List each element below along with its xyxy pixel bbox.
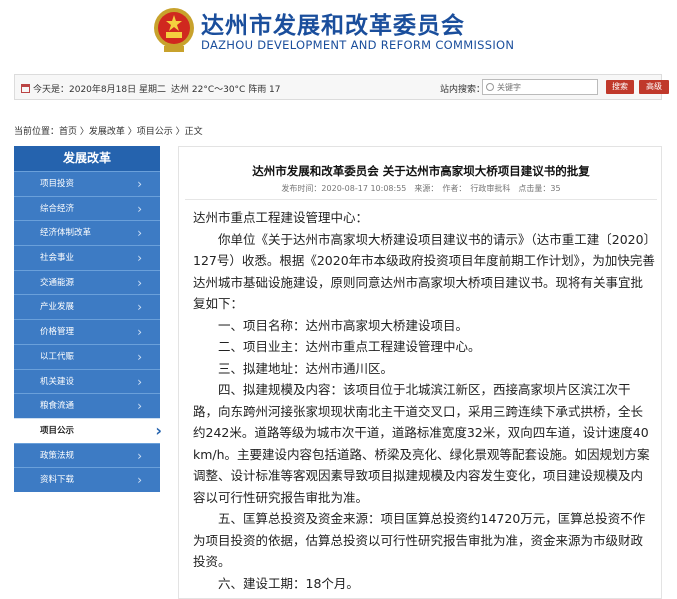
search-icon <box>486 83 494 91</box>
sidebar-item-label: 以工代赈 <box>40 351 75 362</box>
search-input[interactable] <box>497 81 595 93</box>
divider <box>185 199 657 200</box>
article-paragraph: 一、项目名称：达州市高家坝大桥建设项目。 <box>218 317 469 333</box>
sidebar-item[interactable]: 以工代赈 › <box>14 343 160 369</box>
sidebar-item[interactable]: 资料下载 › <box>14 467 160 492</box>
sidebar-item[interactable]: 交通能源 › <box>14 269 160 295</box>
sidebar-item[interactable]: 经济体制改革 › <box>14 220 160 246</box>
article-paragraph: 二、项目业主：达州市重点工程建设管理中心。 <box>218 339 481 354</box>
date-text: 今天是：2020年8月18日 星期二 <box>33 85 166 95</box>
sidebar-item[interactable]: 粮食流通 › <box>14 393 160 418</box>
national-emblem-icon <box>154 8 194 52</box>
sidebar-item-label: 产业发展 <box>40 302 75 313</box>
weather-text: 达州 22°C～30°C 阵雨 17 <box>171 85 281 95</box>
chevron-right-icon: › <box>137 201 142 216</box>
sidebar-title: 发展改革 <box>14 146 160 171</box>
article-paragraph: 三、拟建地址：达州市通川区。 <box>218 360 394 376</box>
article-paragraph: 六、建设工期：18个月。 <box>218 575 359 591</box>
sidebar-item-label: 交通能源 <box>40 277 75 288</box>
sidebar-item[interactable]: 项目投资 › <box>14 171 160 196</box>
sidebar: 发展改革 项目投资 › 综合经济 › 经济体制改革 › 社会事业 › 交通能源 › 产业发展 › 价格管… <box>14 146 162 599</box>
chevron-right-icon: › <box>137 374 142 389</box>
sidebar-item-label: 价格管理 <box>40 327 75 338</box>
site-subtitle: DAZHOU DEVELOPMENT AND REFORM COMMISSION <box>201 38 515 52</box>
article-paragraph: 你单位《关于达州市高家坝大桥建设项目建议书的请示》（达市重工建〔2020〕127… <box>193 231 655 312</box>
sidebar-item[interactable]: 综合经济 › <box>14 195 160 221</box>
sidebar-item[interactable]: 项目公示 › <box>14 417 162 443</box>
sidebar-item[interactable]: 机关建设 › <box>14 368 160 394</box>
sidebar-item-label: 项目公示 <box>40 425 75 436</box>
sidebar-item-label: 综合经济 <box>40 203 75 214</box>
sidebar-item[interactable]: 价格管理 › <box>14 319 160 344</box>
sidebar-item-label: 资料下载 <box>40 475 75 486</box>
top-bar: 今天是：2020年8月18日 星期二 达州 22°C～30°C 阵雨 17 站内… <box>14 74 669 100</box>
sidebar-item[interactable]: 政策法规 › <box>14 442 160 468</box>
sidebar-item-label: 机关建设 <box>40 376 75 387</box>
sidebar-item[interactable]: 社会事业 › <box>14 245 160 270</box>
chevron-right-icon: › <box>137 325 142 340</box>
chevron-right-icon: › <box>137 300 142 315</box>
advanced-search-button[interactable]: 高级 <box>639 80 669 94</box>
chevron-right-icon: › <box>137 448 142 463</box>
site-header: 达州市发展和改革委员会 DAZHOU DEVELOPMENT AND REFOR… <box>0 0 677 68</box>
site-title: 达州市发展和改革委员会 <box>201 13 465 39</box>
chevron-right-icon: › <box>155 420 162 440</box>
date-display: 今天是：2020年8月18日 星期二 <box>21 82 166 95</box>
sidebar-item-label: 社会事业 <box>40 253 75 264</box>
sidebar-item-label: 粮食流通 <box>40 401 75 412</box>
chevron-right-icon: › <box>137 399 142 414</box>
breadcrumb[interactable]: 当前位置：首页 〉发展改革 〉项目公示 〉正文 <box>14 124 203 137</box>
sidebar-item-label: 项目投资 <box>40 179 75 189</box>
article-paragraph: 四、拟建规模及内容：该项目位于北城滨江新区，西接高家坝片区滨江次干路，向东跨州河… <box>193 382 650 505</box>
chevron-right-icon: › <box>137 473 142 488</box>
search-label: 站内搜索： <box>440 85 486 95</box>
article-paragraph: 五、匡算总投资及资金来源：项目匡算总投资约14720万元，匡算总投资不作为项目投… <box>193 511 646 569</box>
article-meta: 发布时间：2020-08-17 10:08:55 来源： 作者： 行政审批科 点… <box>281 184 561 193</box>
chevron-right-icon: › <box>137 251 142 266</box>
article-title: 达州市发展和改革委员会 关于达州市高家坝大桥项目建议书的批复 <box>252 164 590 178</box>
chevron-right-icon: › <box>137 177 142 191</box>
search-box[interactable] <box>482 79 598 95</box>
calendar-icon <box>21 84 30 93</box>
chevron-right-icon: › <box>137 275 142 290</box>
sidebar-item-label: 政策法规 <box>40 450 75 461</box>
chevron-right-icon: › <box>137 349 142 364</box>
article-addressee: 达州市重点工程建设管理中心： <box>193 210 369 225</box>
article-panel: 达州市发展和改革委员会 关于达州市高家坝大桥项目建议书的批复 发布时间：2020… <box>178 146 662 599</box>
article-body: 达州市重点工程建设管理中心： 你单位《关于达州市高家坝大桥建设项目建议书的请示》… <box>193 207 655 594</box>
sidebar-item-label: 经济体制改革 <box>40 228 92 239</box>
search-button[interactable]: 搜索 <box>606 80 634 94</box>
chevron-right-icon: › <box>137 226 142 241</box>
sidebar-item[interactable]: 产业发展 › <box>14 294 160 320</box>
